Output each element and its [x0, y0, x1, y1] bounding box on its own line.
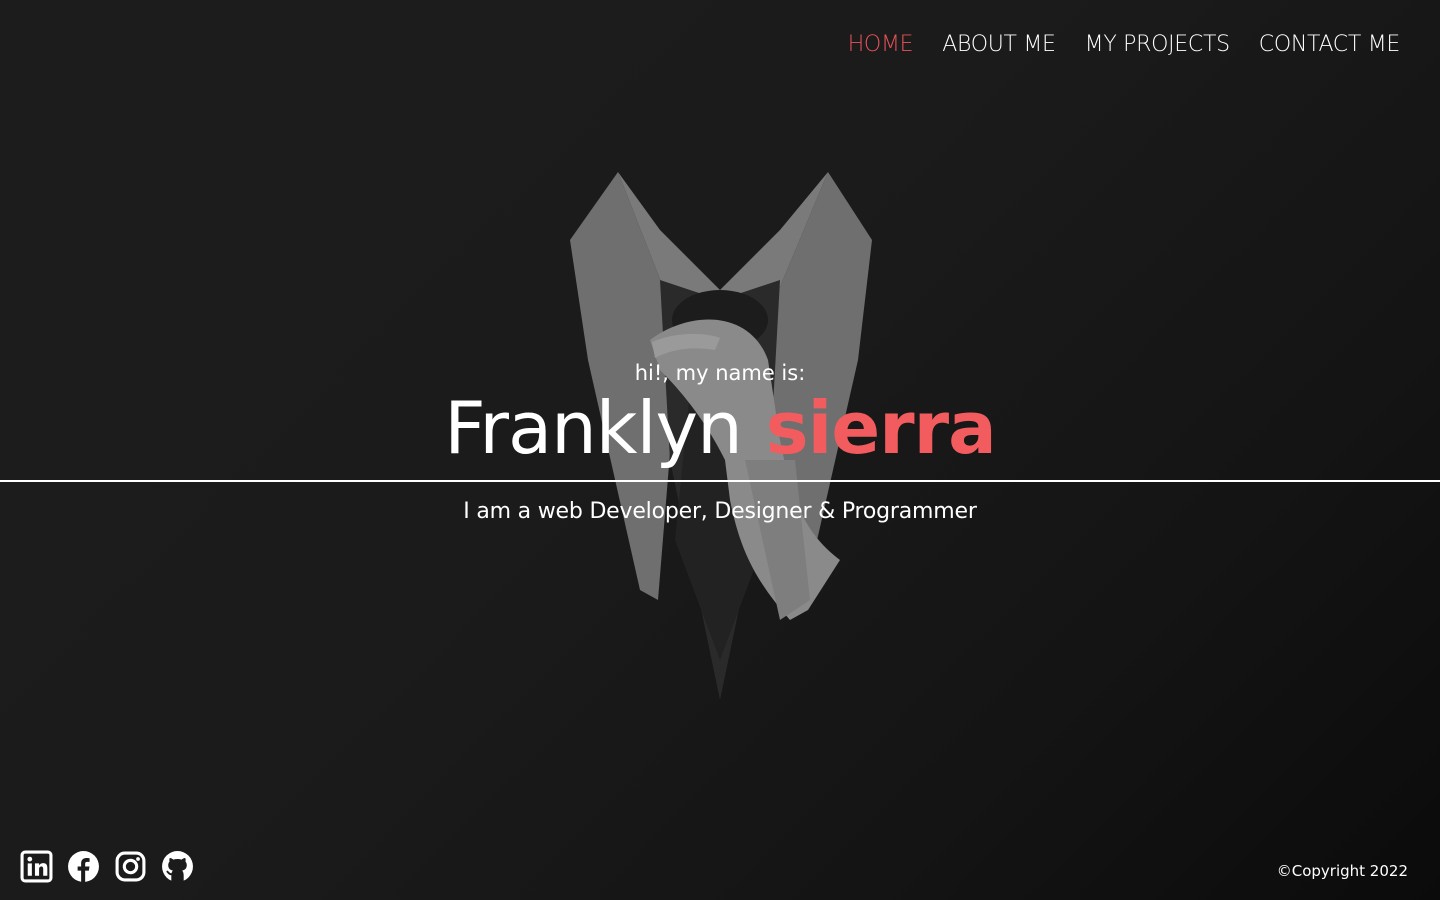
- social-links: [20, 850, 194, 883]
- facebook-icon[interactable]: [67, 850, 100, 883]
- hero-tagline: I am a web Developer, Designer & Program…: [463, 499, 977, 524]
- hero-first-name: Franklyn: [444, 386, 742, 470]
- linkedin-icon[interactable]: [20, 850, 53, 883]
- main-nav: HOME ABOUT ME MY PROJECTS CONTACT ME: [848, 30, 1401, 60]
- nav-about-link[interactable]: ABOUT ME: [942, 30, 1056, 60]
- nav-home-link[interactable]: HOME: [848, 30, 914, 60]
- nav-projects-link[interactable]: MY PROJECTS: [1085, 30, 1230, 60]
- hero-last-name: sierra: [765, 386, 997, 470]
- instagram-icon[interactable]: [114, 850, 147, 883]
- nav-contact-link[interactable]: CONTACT ME: [1259, 30, 1401, 60]
- hero-divider: [0, 480, 1440, 482]
- copyright-text: ©Copyright 2022: [1276, 862, 1408, 880]
- github-icon[interactable]: [161, 850, 194, 883]
- hero-name: Franklyn sierra: [0, 380, 1440, 476]
